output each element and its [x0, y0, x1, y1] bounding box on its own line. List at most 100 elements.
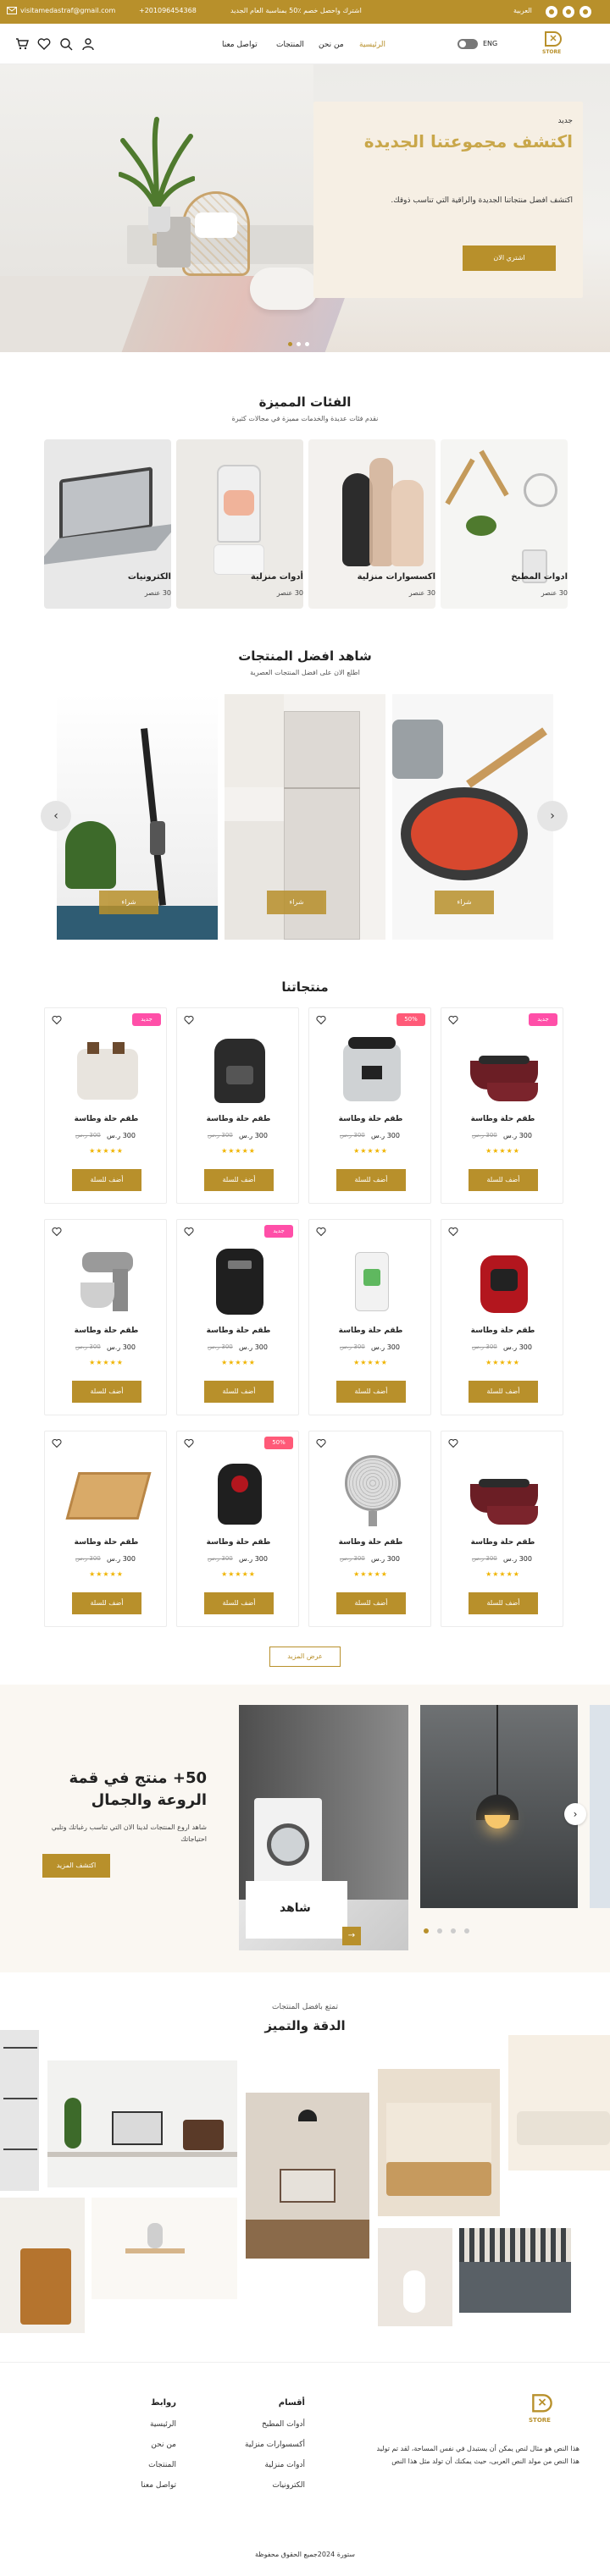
gallery-image-bedroom[interactable] — [378, 2069, 500, 2216]
add-to-cart-button[interactable]: أضف للسلة — [336, 1592, 406, 1614]
product-card[interactable]: 50% طقم حلة وطاسة 300 ر.س 300 ر.س ★★★★★ أضف ل… — [308, 1007, 431, 1204]
best-next-arrow-icon[interactable]: › — [537, 801, 568, 831]
category-name[interactable]: اكسسوارات منزلية — [308, 572, 435, 582]
add-to-cart-button[interactable]: أضف للسلة — [204, 1169, 274, 1191]
add-to-cart-button[interactable]: أضف للسلة — [336, 1381, 406, 1403]
product-image[interactable] — [197, 1447, 282, 1531]
hero-dot-1[interactable] — [288, 342, 292, 346]
gallery-image-desk[interactable] — [47, 2060, 237, 2187]
social-icon-3[interactable] — [580, 6, 591, 18]
add-to-cart-button[interactable]: أضف للسلة — [204, 1592, 274, 1614]
cart-icon[interactable] — [15, 37, 29, 51]
nav-about[interactable]: من نحن — [319, 41, 344, 49]
product-name[interactable]: طقم حلة وطاسة — [177, 1538, 300, 1547]
add-to-cart-button[interactable]: أضف للسلة — [469, 1381, 538, 1403]
product-image[interactable] — [462, 1235, 546, 1320]
product-card[interactable]: طقم حلة وطاسة 300 ر.س 300 ر.س ★★★★★ أضف للسل… — [308, 1431, 431, 1627]
promo-dot-3[interactable] — [451, 1928, 456, 1933]
nav-contact[interactable]: تواصل معنا — [222, 41, 258, 49]
product-name[interactable]: طقم حلة وطاسة — [441, 1538, 564, 1547]
add-to-cart-button[interactable]: أضف للسلة — [72, 1169, 141, 1191]
nav-products[interactable]: المنتجات — [276, 41, 304, 49]
product-image[interactable] — [197, 1023, 282, 1108]
best-buy-button[interactable]: شراء — [267, 891, 326, 914]
product-image[interactable] — [65, 1447, 152, 1531]
hero-dot-2[interactable] — [297, 342, 301, 346]
wishlist-heart-icon[interactable] — [52, 1015, 62, 1025]
category-electronics-image[interactable] — [44, 439, 171, 609]
product-name[interactable]: طقم حلة وطاسة — [309, 1327, 432, 1335]
add-to-cart-button[interactable]: أضف للسلة — [72, 1381, 141, 1403]
footer-link[interactable]: الرئيسية — [150, 2420, 176, 2429]
promo-card[interactable]: شاهد — [246, 1881, 347, 1939]
best-product-pan[interactable]: شراء — [392, 694, 553, 940]
promo-card-arrow-icon[interactable]: → — [342, 1927, 361, 1945]
add-to-cart-button[interactable]: أضف للسلة — [72, 1592, 141, 1614]
product-image[interactable] — [330, 1447, 414, 1531]
hero-dot-3[interactable] — [305, 342, 309, 346]
product-name[interactable]: طقم حلة وطاسة — [309, 1115, 432, 1123]
add-to-cart-button[interactable]: أضف للسلة — [469, 1592, 538, 1614]
wishlist-heart-icon[interactable] — [184, 1438, 194, 1448]
product-image[interactable] — [330, 1023, 414, 1108]
promo-next-arrow-icon[interactable]: › — [564, 1803, 586, 1825]
logo[interactable]: STORE — [541, 30, 566, 58]
product-card[interactable]: طقم حلة وطاسة 300 ر.س 300 ر.س ★★★★★ أضف للسل… — [176, 1007, 299, 1204]
best-buy-button[interactable]: شراء — [99, 891, 158, 914]
social-icon-1[interactable] — [546, 6, 557, 18]
product-card[interactable]: جديد طقم حلة وطاسة 300 ر.س 300 ر.س ★★★★★ أضف … — [441, 1007, 563, 1204]
category-name[interactable]: الكترونيات — [44, 572, 171, 582]
best-buy-button[interactable]: شراء — [435, 891, 494, 914]
product-name[interactable]: طقم حلة وطاسة — [177, 1327, 300, 1335]
footer-link[interactable]: المنتجات — [148, 2461, 176, 2469]
top-phone[interactable]: +201096454368 — [139, 7, 197, 14]
footer-link[interactable]: من نحن — [151, 2441, 176, 2449]
wishlist-heart-icon[interactable] — [184, 1015, 194, 1025]
product-image[interactable] — [65, 1235, 150, 1320]
wishlist-heart-icon[interactable] — [52, 1227, 62, 1237]
product-name[interactable]: طقم حلة وطاسة — [441, 1327, 564, 1335]
category-home-tools-image[interactable] — [176, 439, 303, 609]
category-name[interactable]: أدوات منزلية — [176, 572, 303, 582]
product-name[interactable]: طقم حلة وطاسة — [45, 1538, 168, 1547]
best-prev-arrow-icon[interactable]: ‹ — [41, 801, 71, 831]
wishlist-heart-icon[interactable] — [316, 1227, 326, 1237]
show-more-button[interactable]: عرض المزيد — [269, 1647, 341, 1667]
promo-dot-2[interactable] — [437, 1928, 442, 1933]
hero-slider-dots[interactable] — [288, 342, 322, 347]
gallery-image-kitchen[interactable] — [459, 2228, 571, 2313]
product-card[interactable]: 50% طقم حلة وطاسة 300 ر.س 300 ر.س ★★★★★ أضف ل… — [176, 1431, 299, 1627]
category-name[interactable]: ادوات المطبخ — [441, 572, 568, 582]
best-product-vacuum[interactable]: شراء — [57, 694, 218, 940]
footer-link[interactable]: الكترونيات — [272, 2481, 305, 2490]
add-to-cart-button[interactable]: أضف للسلة — [204, 1381, 274, 1403]
product-name[interactable]: طقم حلة وطاسة — [309, 1538, 432, 1547]
gallery-image-chair[interactable] — [0, 2198, 85, 2333]
footer-logo[interactable]: STORE — [527, 2393, 561, 2427]
user-icon[interactable] — [81, 37, 95, 51]
wishlist-heart-icon[interactable] — [316, 1438, 326, 1448]
product-name[interactable]: طقم حلة وطاسة — [45, 1327, 168, 1335]
heart-icon[interactable] — [37, 37, 51, 51]
wishlist-heart-icon[interactable] — [52, 1438, 62, 1448]
product-card[interactable]: جديد طقم حلة وطاسة 300 ر.س 300 ر.س ★★★★★ أضف … — [44, 1007, 167, 1204]
footer-link[interactable]: أدوات منزلية — [265, 2461, 305, 2469]
gallery-image-vase[interactable] — [378, 2228, 452, 2326]
gallery-image-shelf[interactable] — [0, 2030, 39, 2191]
promo-discover-button[interactable]: اكتشف المزيد — [42, 1854, 110, 1878]
footer-link[interactable]: أكسسوارات منزلية — [245, 2441, 305, 2449]
promo-washer-image[interactable]: شاهد → — [239, 1705, 408, 1950]
promo-dot-4[interactable] — [464, 1928, 469, 1933]
wishlist-heart-icon[interactable] — [316, 1015, 326, 1025]
language-select[interactable]: العربية — [513, 7, 532, 14]
wishlist-heart-icon[interactable] — [448, 1227, 458, 1237]
product-card[interactable]: طقم حلة وطاسة 300 ر.س 300 ر.س ★★★★★ أضف للسل… — [44, 1219, 167, 1415]
add-to-cart-button[interactable]: أضف للسلة — [336, 1169, 406, 1191]
product-name[interactable]: طقم حلة وطاسة — [441, 1115, 564, 1123]
product-image[interactable] — [462, 1023, 546, 1108]
promo-lamp-image[interactable] — [420, 1705, 578, 1908]
gallery-image-table[interactable] — [92, 2198, 237, 2299]
product-card[interactable]: طقم حلة وطاسة 300 ر.س 300 ر.س ★★★★★ أضف للسل… — [441, 1431, 563, 1627]
promo-dots[interactable] — [424, 1928, 474, 1935]
promo-dot-1[interactable] — [424, 1928, 429, 1933]
